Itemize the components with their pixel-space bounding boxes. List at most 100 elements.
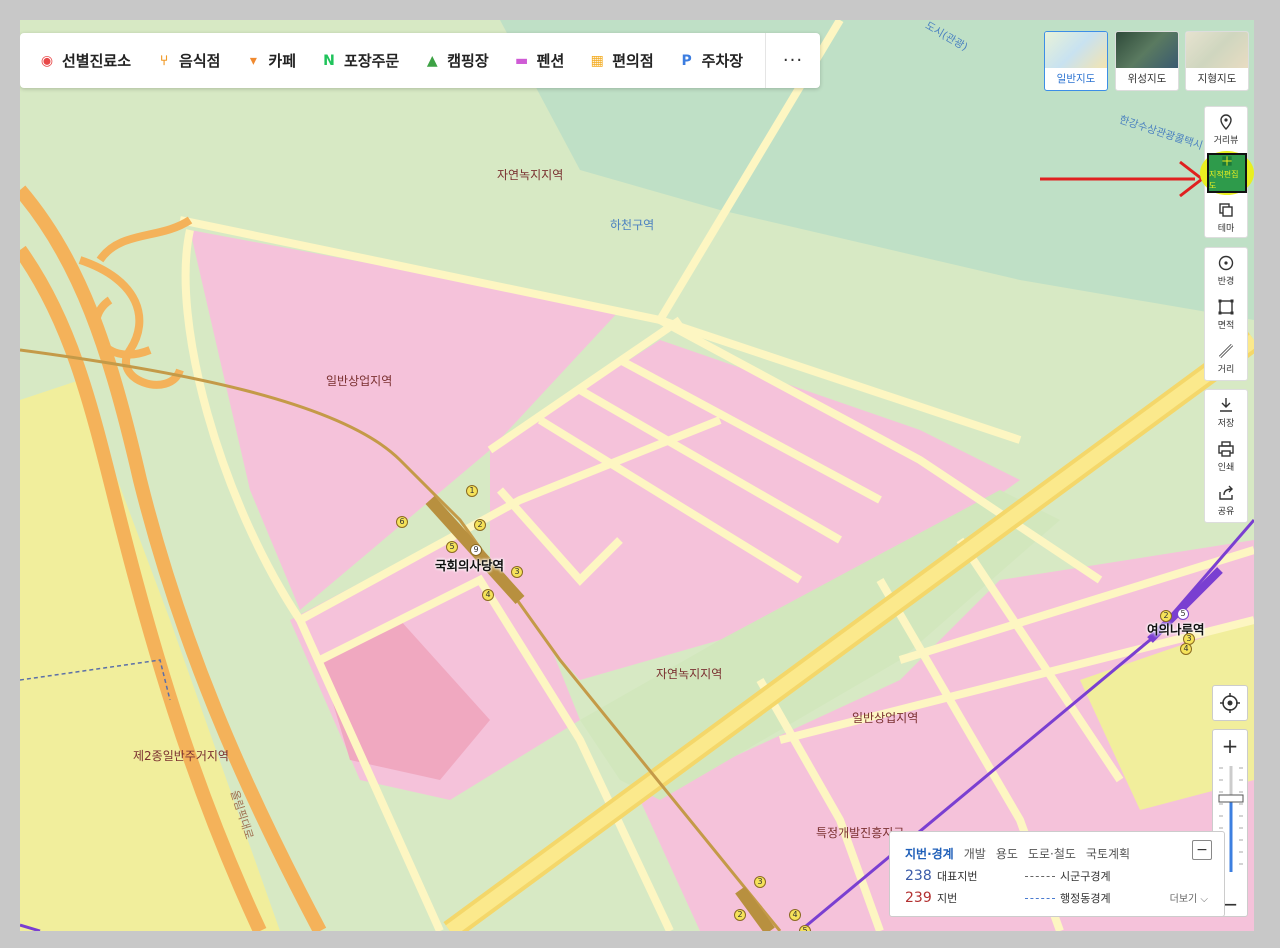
- legend-tab-national-plan[interactable]: 국토계획: [1086, 845, 1130, 862]
- subway-exit-marker[interactable]: 2: [1160, 610, 1172, 622]
- tool-share[interactable]: 공유: [1205, 478, 1247, 522]
- tool-theme[interactable]: 테마: [1205, 195, 1247, 239]
- subway-exit-marker[interactable]: 2: [734, 909, 746, 921]
- category-label: 주차장: [701, 52, 744, 70]
- area-icon: [1218, 299, 1234, 314]
- map-type-label: 일반지도: [1056, 73, 1096, 85]
- tool-cadastral-map[interactable]: 지적편집도: [1200, 151, 1254, 195]
- station-label-right[interactable]: 여의나루역: [1147, 619, 1205, 638]
- tool-label: 거리뷰: [1213, 135, 1239, 146]
- map-type-normal[interactable]: 일반지도: [1044, 31, 1108, 91]
- legend-line-label: 행정동경계: [1060, 892, 1111, 905]
- cup-icon: ▾: [249, 52, 257, 69]
- boundary-line-swatch: [1025, 875, 1055, 877]
- station-label-main[interactable]: 국회의사당역: [435, 555, 504, 574]
- zone-label-green-center: 자연녹지지역: [656, 667, 723, 681]
- map-type-label: 지형지도: [1197, 73, 1237, 85]
- theme-layers-icon: [1219, 202, 1233, 217]
- category-label: 선별진료소: [62, 52, 132, 70]
- my-location-button[interactable]: [1212, 685, 1248, 721]
- category-screening-clinic[interactable]: ◉ 선별진료소: [38, 50, 131, 71]
- fork-knife-icon: ⑂: [159, 52, 169, 69]
- download-icon: [1220, 397, 1232, 412]
- radius-icon: [1218, 255, 1234, 270]
- category-restaurant[interactable]: ⑂ 음식점: [155, 50, 221, 71]
- map-type-thumb: [1045, 32, 1107, 68]
- legend-row-rep-lot: 238 대표지번 시군구경계: [905, 868, 1111, 884]
- legend-collapse-button[interactable]: −: [1192, 840, 1212, 860]
- tool-street-view[interactable]: 거리뷰: [1205, 107, 1247, 151]
- tool-label: 반경: [1217, 276, 1235, 287]
- parking-icon: P: [681, 52, 692, 69]
- zone-label-commercial-left: 일반상업지역: [326, 374, 393, 388]
- legend-tab-lot-boundary[interactable]: 지번·경계: [905, 845, 954, 862]
- subway-exit-marker[interactable]: 9: [470, 544, 482, 556]
- category-pension[interactable]: ▬ 펜션: [513, 50, 565, 71]
- map-type-thumb: [1116, 32, 1178, 68]
- legend-line-label: 시군구경계: [1060, 870, 1111, 883]
- tool-group-export: 저장 인쇄 공유: [1204, 389, 1248, 523]
- tool-area[interactable]: 면적: [1205, 292, 1247, 336]
- map-type-label: 위성지도: [1127, 73, 1167, 85]
- category-bar: ◉ 선별진료소 ⑂ 음식점 ▾ 카페 N 포장주문 ▲ 캠핑장 ▬ 펜션 ▦ 편의점 P 주차장…: [20, 33, 820, 88]
- tool-label: 인쇄: [1217, 462, 1235, 473]
- category-label: 캠핑장: [447, 52, 489, 70]
- map-viewport[interactable]: 자연녹지지역 하천구역 일반상업지역 국회의사당역 자연녹지지역 일반상업지역 …: [20, 20, 1254, 931]
- subway-exit-marker[interactable]: 5: [446, 541, 458, 553]
- zoom-handle[interactable]: [1218, 794, 1244, 803]
- tool-save[interactable]: 저장: [1205, 390, 1247, 434]
- legend-label: 대표지번: [937, 870, 978, 883]
- legend-label: 지번: [937, 892, 958, 905]
- category-parking[interactable]: P 주차장: [678, 50, 744, 71]
- subway-exit-marker[interactable]: 2: [474, 519, 486, 531]
- subway-exit-marker[interactable]: 1: [466, 485, 478, 497]
- subway-exit-marker[interactable]: 5: [799, 925, 811, 931]
- legend-more-button[interactable]: 더보기 ⌵: [1170, 890, 1208, 905]
- category-label: 카페: [268, 52, 297, 70]
- map-type-terrain[interactable]: 지형지도: [1185, 31, 1249, 91]
- cadastral-legend-panel: 지번·경계 개발 용도 도로·철도 국토계획 − 238 대표지번 시군구경계 …: [889, 831, 1225, 917]
- category-camping[interactable]: ▲ 캠핑장: [423, 50, 489, 71]
- tool-group-measure: 반경 면적 거리: [1204, 247, 1248, 381]
- legend-tab-land-use[interactable]: 용도: [996, 845, 1018, 862]
- subway-exit-marker[interactable]: 5: [1177, 608, 1189, 620]
- category-label: 음식점: [179, 52, 221, 70]
- tool-label: 거리: [1217, 364, 1235, 375]
- category-cafe[interactable]: ▾ 카페: [244, 50, 296, 71]
- tool-label: 저장: [1217, 418, 1235, 429]
- category-takeout[interactable]: N 포장주문: [320, 50, 399, 71]
- legend-row-lot: 239 지번 행정동경계: [905, 890, 1111, 906]
- subway-exit-marker[interactable]: 4: [482, 589, 494, 601]
- map-canvas[interactable]: [20, 20, 1254, 931]
- legend-tabs: 지번·경계 개발 용도 도로·철도 국토계획: [905, 845, 1140, 862]
- legend-tab-development[interactable]: 개발: [964, 845, 986, 862]
- category-label: 포장주문: [344, 52, 400, 70]
- map-type-satellite[interactable]: 위성지도: [1115, 31, 1179, 91]
- cadastral-map-icon: [1222, 156, 1232, 166]
- store-icon: ▦: [590, 52, 604, 69]
- subway-exit-marker[interactable]: 6: [396, 516, 408, 528]
- zone-label-green-top: 자연녹지지역: [497, 168, 564, 182]
- zone-label-residential: 제2종일반주거지역: [133, 749, 229, 763]
- legend-tab-road-rail[interactable]: 도로·철도: [1028, 845, 1076, 862]
- crosshair-icon: [1220, 693, 1240, 713]
- subway-exit-marker[interactable]: 3: [511, 566, 523, 578]
- zoom-in-button[interactable]: +: [1213, 730, 1247, 762]
- legend-num: 238: [905, 868, 932, 884]
- category-label: 펜션: [536, 52, 565, 70]
- category-convenience[interactable]: ▦ 편의점: [588, 50, 654, 71]
- more-categories-button[interactable]: ···: [765, 33, 820, 88]
- pin-icon: ◉: [40, 52, 54, 69]
- tool-distance[interactable]: 거리: [1205, 336, 1247, 380]
- ruler-icon: [1218, 343, 1234, 358]
- category-label: 편의점: [612, 52, 654, 70]
- tool-print[interactable]: 인쇄: [1205, 434, 1247, 478]
- tool-group-view: 거리뷰 지적편집도 테마: [1200, 106, 1254, 239]
- tool-radius[interactable]: 반경: [1205, 248, 1247, 292]
- subway-exit-marker[interactable]: 3: [754, 876, 766, 888]
- zone-label-commercial-right: 일반상업지역: [852, 711, 919, 725]
- subway-exit-marker[interactable]: 4: [1180, 643, 1192, 655]
- share-icon: [1219, 485, 1233, 500]
- zone-label-river: 하천구역: [610, 218, 655, 232]
- subway-exit-marker[interactable]: 4: [789, 909, 801, 921]
